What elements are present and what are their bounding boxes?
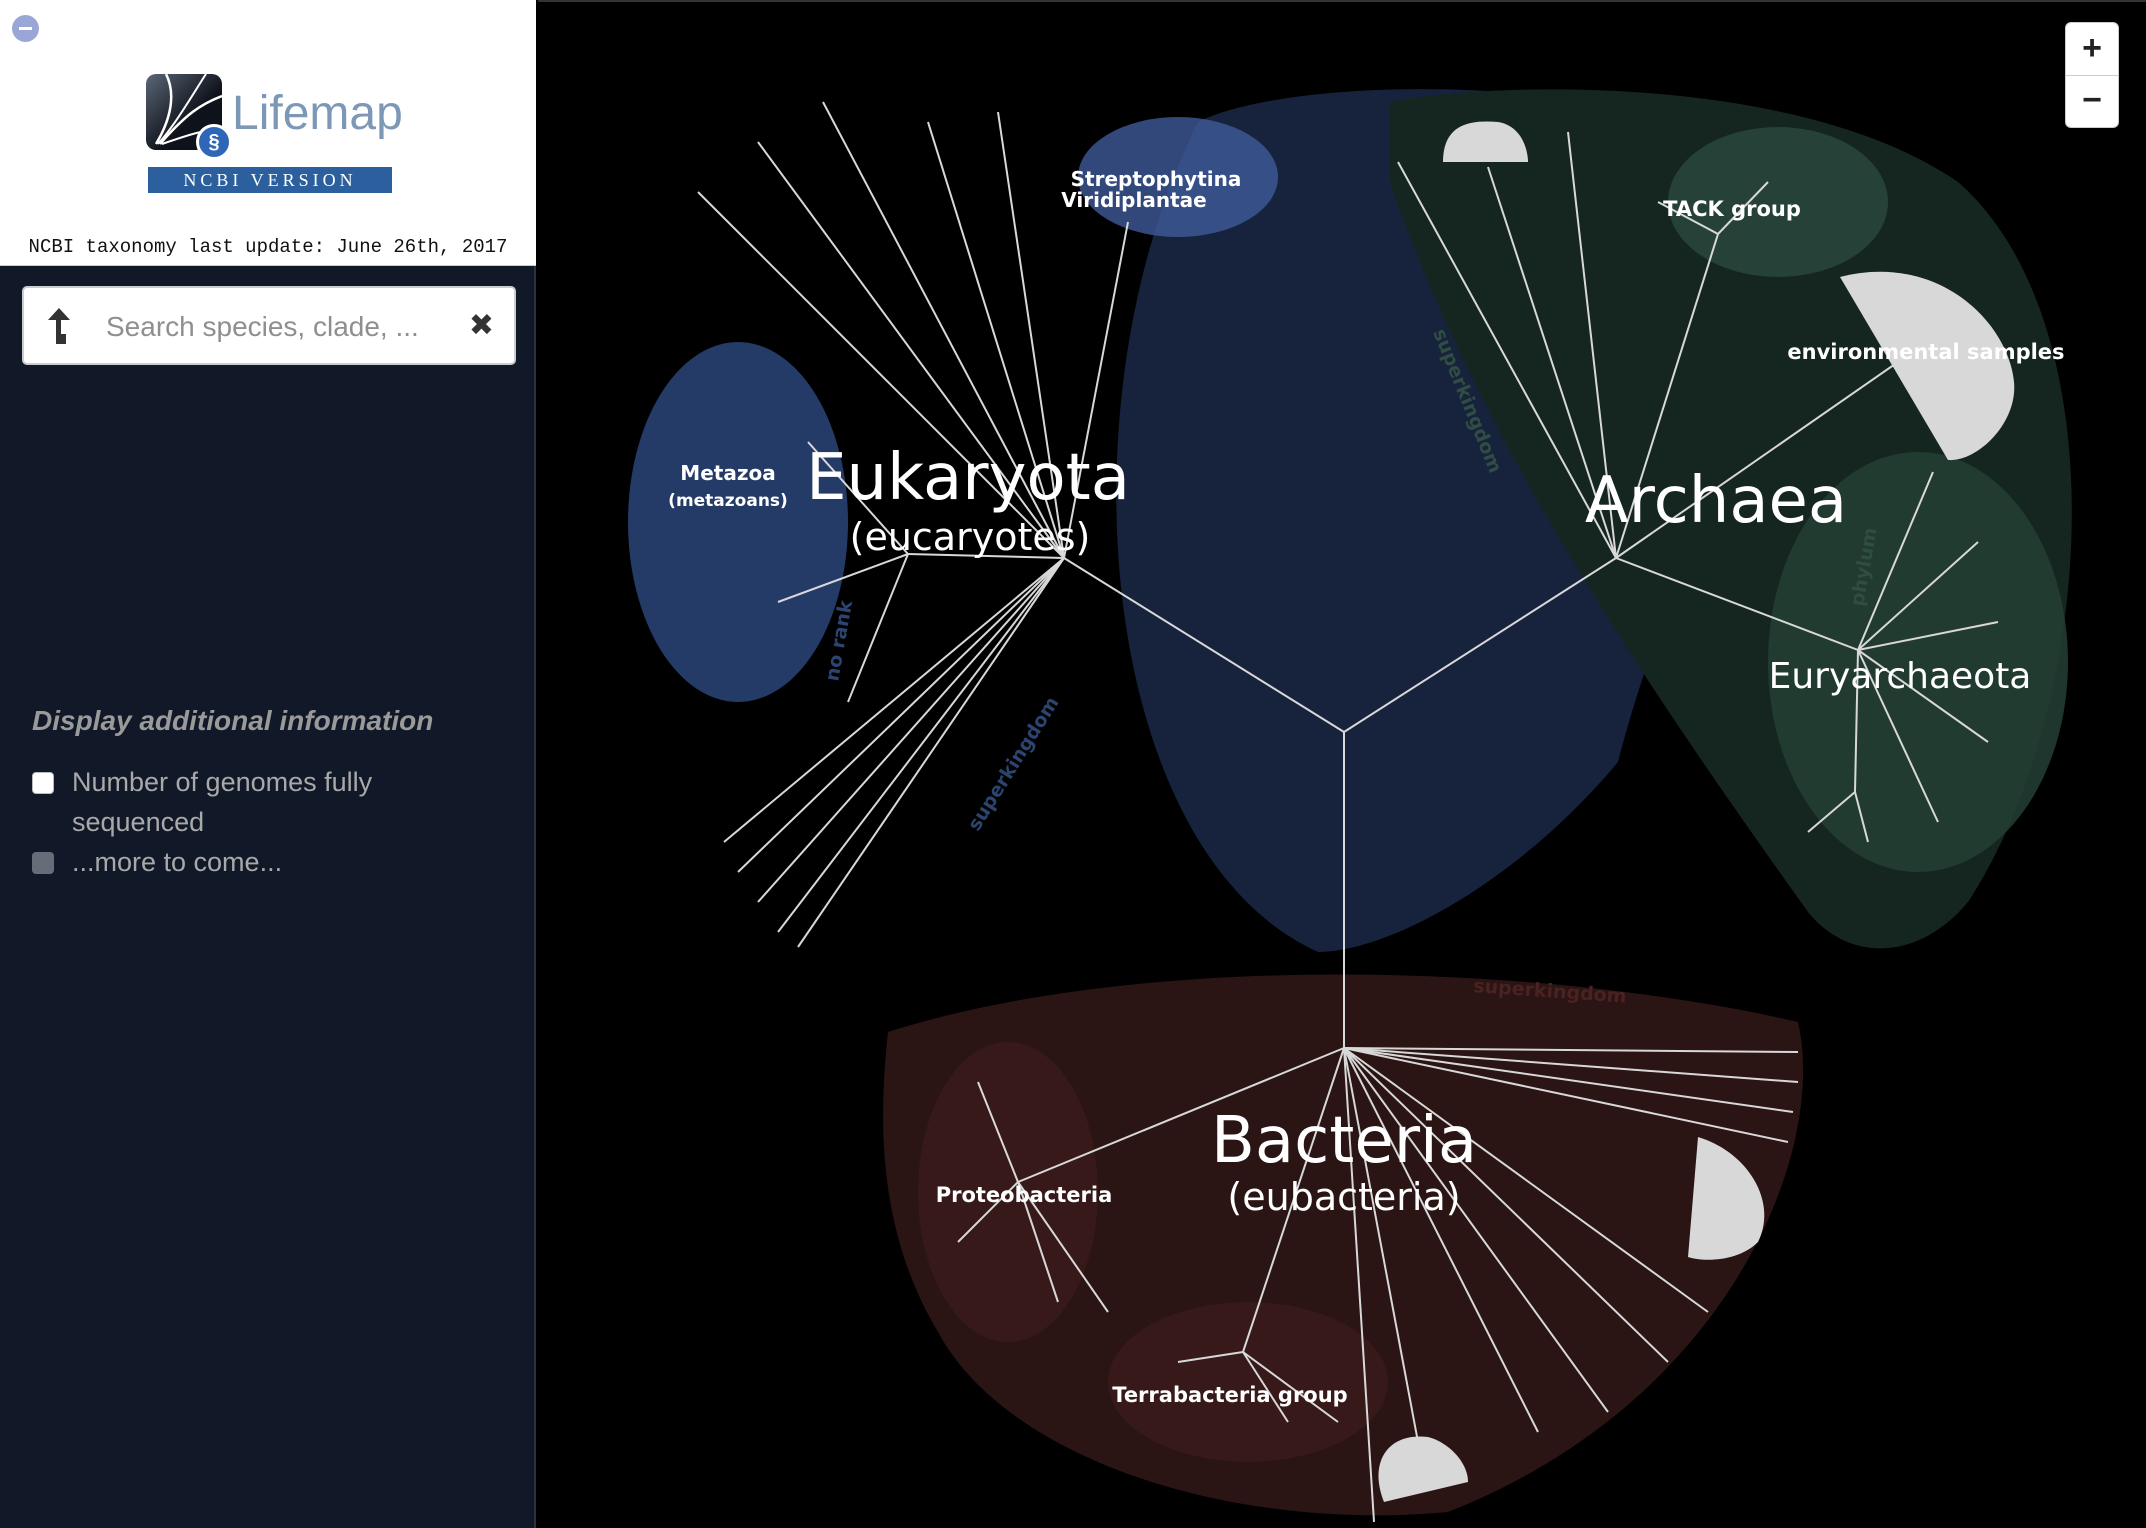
close-icon[interactable]: ✖	[469, 306, 494, 346]
version-badge: NCBI VERSION	[148, 167, 392, 193]
app-name: Lifemap	[232, 87, 403, 140]
eukaryota-common-label[interactable]: (eucaryotes)	[850, 515, 1091, 559]
tack-group-label[interactable]: TACK group	[1663, 197, 1801, 221]
collapse-icon[interactable]	[12, 15, 39, 42]
rank-label-superkingdom-eukaryota: superkingdom	[964, 693, 1064, 835]
zoom-out-button[interactable]: −	[2066, 75, 2118, 127]
zoom-control: + −	[2065, 22, 2119, 128]
eukaryota-label[interactable]: Eukaryota	[806, 441, 1130, 515]
additional-info-heading: Display additional information	[32, 705, 434, 736]
brand-header: § Lifemap NCBI VERSION NCBI taxonomy las…	[0, 0, 536, 266]
tree-map[interactable]: superkingdom no rank superkingdom phylum…	[538, 0, 2146, 1528]
sidebar: § Lifemap NCBI VERSION NCBI taxonomy las…	[0, 0, 536, 1528]
taxonomy-update-note: NCBI taxonomy last update: June 26th, 20…	[28, 236, 508, 258]
tree-of-life-canvas[interactable]: superkingdom no rank superkingdom phylum…	[538, 2, 2146, 1528]
search-box: ✖	[22, 286, 516, 365]
genomes-option-label: Number of genomes fully sequenced	[72, 767, 373, 837]
metazoa-label[interactable]: Metazoa	[680, 461, 775, 485]
euryarchaeota-label[interactable]: Euryarchaeota	[1769, 656, 2032, 697]
lifemap-badge-icon: §	[196, 124, 232, 160]
more-checkbox	[32, 852, 54, 874]
terrabacteria-region[interactable]	[1108, 1302, 1388, 1462]
bacteria-common-label[interactable]: (eubacteria)	[1227, 1175, 1460, 1219]
bacteria-label[interactable]: Bacteria	[1211, 1104, 1477, 1178]
environmental-samples-label[interactable]: environmental samples	[1787, 340, 2064, 364]
metazoa-common-label[interactable]: (metazoans)	[668, 491, 788, 511]
more-option-label: ...more to come...	[72, 847, 283, 877]
genomes-checkbox[interactable]	[32, 772, 54, 794]
zoom-in-button[interactable]: +	[2066, 23, 2118, 76]
proteobacteria-label[interactable]: Proteobacteria	[936, 1183, 1113, 1207]
viridiplantae-label[interactable]: Viridiplantae	[1061, 188, 1206, 212]
search-input[interactable]	[104, 302, 448, 352]
up-arrow-icon[interactable]	[44, 304, 74, 348]
terrabacteria-group-label[interactable]: Terrabacteria group	[1112, 1383, 1347, 1407]
metazoa-region[interactable]	[628, 342, 848, 702]
archaea-label[interactable]: Archaea	[1585, 464, 1847, 538]
